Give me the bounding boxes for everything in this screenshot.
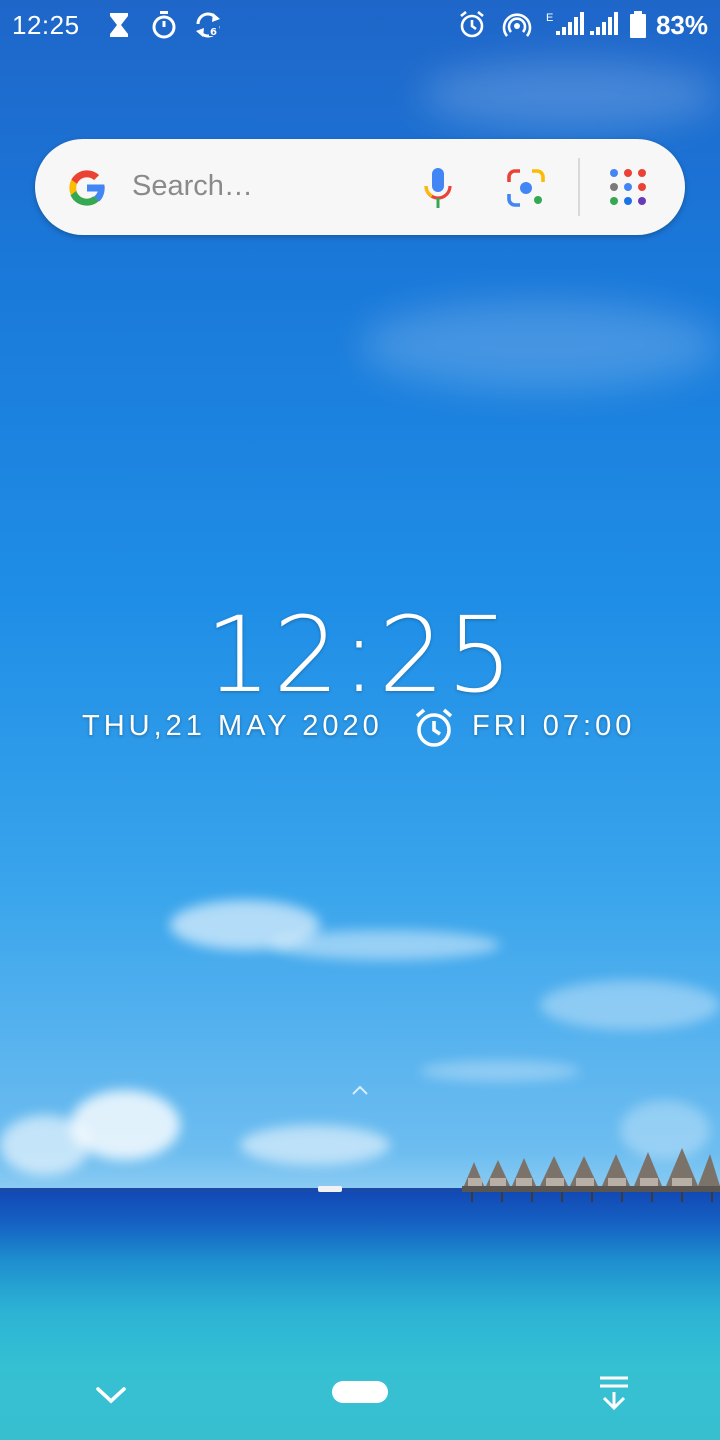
sky-wisp <box>420 60 720 130</box>
google-logo-icon[interactable] <box>64 165 110 211</box>
signal-icon-2 <box>590 12 618 35</box>
battery-percent: 83% <box>655 10 708 40</box>
network-type-label: E <box>546 12 554 24</box>
lens-icon[interactable] <box>506 168 546 208</box>
status-time: 12:25 <box>12 10 80 40</box>
microphone-icon[interactable] <box>422 166 454 210</box>
cloud <box>270 930 500 960</box>
sync-icon: 6 <box>196 12 220 38</box>
cloud <box>0 1115 90 1175</box>
resort-bungalows-image <box>462 1148 720 1202</box>
battery-icon <box>630 11 646 38</box>
lockscreen-date: THU,21 MAY 2020 <box>82 710 383 742</box>
chevron-down-icon[interactable] <box>94 1384 128 1406</box>
search-placeholder[interactable]: Search… <box>132 170 253 203</box>
swipe-up-chevron-icon <box>352 1085 368 1095</box>
sky-wisp <box>360 300 720 390</box>
home-pill-icon[interactable] <box>332 1381 388 1403</box>
signal-icon <box>556 12 584 35</box>
apps-grid-icon[interactable] <box>608 167 648 207</box>
cloud <box>540 980 720 1030</box>
stopwatch-icon <box>152 11 176 39</box>
boat <box>318 1186 342 1192</box>
next-alarm-time: FRI 07:00 <box>472 710 636 742</box>
search-divider <box>578 158 580 216</box>
next-alarm-icon <box>415 708 453 747</box>
lock-screen: 12:25 6 E 83% Search… 12:25 THU,21 MAY 2… <box>0 0 720 1440</box>
lockscreen-clock: 12:25 <box>205 594 515 716</box>
hotspot-icon <box>502 13 532 37</box>
svg-text:6: 6 <box>210 27 217 38</box>
cloud <box>420 1060 580 1082</box>
status-bar: 12:25 6 E 83% <box>0 0 720 52</box>
cloud <box>240 1125 390 1165</box>
alarm-icon <box>460 11 484 38</box>
notifications-pull-icon[interactable] <box>596 1374 632 1412</box>
hourglass-icon <box>110 13 128 37</box>
